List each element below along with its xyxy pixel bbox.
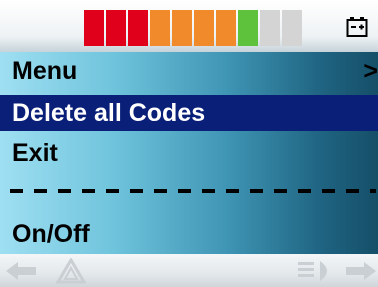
battery-segment	[128, 10, 148, 46]
battery-segment	[282, 10, 302, 46]
display-screen: Menu > Delete all Codes Exit On/Off	[0, 0, 378, 287]
menu-item-label: Exit	[12, 139, 58, 167]
menu-item-delete-all-codes[interactable]: Delete all Codes	[0, 95, 378, 131]
menu-item-label: Delete all Codes	[12, 99, 206, 127]
dashed-divider	[10, 189, 376, 193]
battery-segment	[238, 10, 258, 46]
battery-segment	[216, 10, 236, 46]
right-arrow-icon[interactable]	[344, 260, 378, 282]
menu-separator	[0, 172, 378, 208]
submenu-arrow-icon: >	[363, 57, 378, 85]
status-bar	[0, 0, 378, 52]
lights-icon[interactable]	[296, 258, 336, 284]
menu-item-menu[interactable]: Menu >	[0, 53, 378, 89]
battery-segment	[106, 10, 126, 46]
battery-icon	[346, 17, 368, 37]
menu-item-label: Menu	[12, 57, 78, 85]
battery-segment	[194, 10, 214, 46]
bottom-nav-bar	[0, 254, 378, 287]
menu-item-label: On/Off	[12, 220, 90, 248]
battery-segment	[260, 10, 280, 46]
battery-segment	[150, 10, 170, 46]
battery-segment	[84, 10, 104, 46]
battery-segment	[172, 10, 192, 46]
menu-item-exit[interactable]: Exit	[0, 135, 378, 171]
warning-triangle-icon[interactable]	[56, 258, 86, 284]
left-arrow-icon[interactable]	[4, 260, 38, 282]
battery-level-bar	[84, 10, 302, 46]
menu-item-on-off[interactable]: On/Off	[0, 216, 378, 252]
